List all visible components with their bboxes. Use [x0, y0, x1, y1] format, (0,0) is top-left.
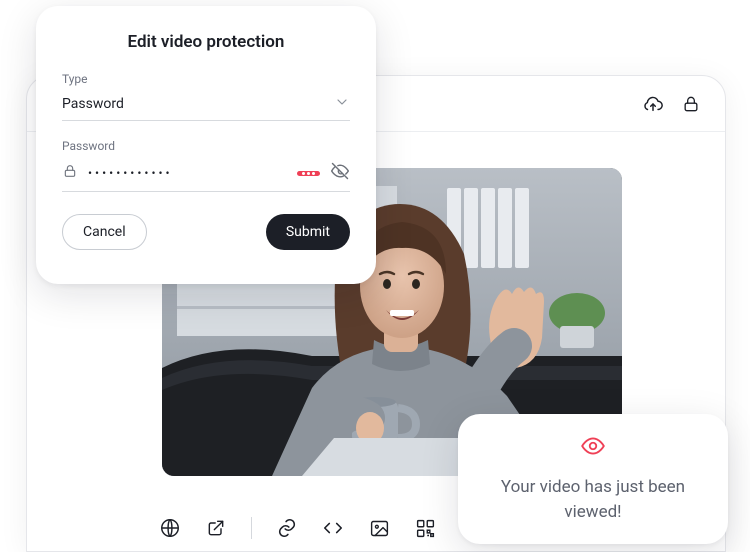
viewed-toast: Your video has just been viewed!	[458, 414, 728, 544]
external-link-icon[interactable]	[205, 517, 227, 539]
cloud-upload-icon[interactable]	[641, 92, 665, 116]
globe-icon[interactable]	[159, 517, 181, 539]
password-label: Password	[62, 139, 350, 153]
submit-button[interactable]: Submit	[266, 214, 350, 250]
eye-off-icon[interactable]	[330, 161, 350, 185]
qr-code-icon[interactable]	[414, 517, 436, 539]
code-icon[interactable]	[322, 517, 344, 539]
lock-small-icon	[62, 163, 78, 183]
chevron-down-icon	[334, 94, 350, 114]
password-field[interactable]: ••••••••••••	[62, 161, 350, 192]
share-toolbar	[159, 517, 436, 539]
modal-buttons: Cancel Submit	[62, 214, 350, 250]
toolbar-separator	[251, 517, 252, 539]
cancel-button[interactable]: Cancel	[62, 214, 147, 250]
type-select[interactable]: Password	[62, 94, 350, 121]
type-label: Type	[62, 72, 350, 86]
password-strength-badge	[297, 171, 320, 176]
lock-icon[interactable]	[679, 92, 703, 116]
eye-icon	[580, 433, 606, 463]
edit-video-protection-modal: Edit video protection Type Password Pass…	[36, 6, 376, 284]
modal-title: Edit video protection	[62, 32, 350, 52]
link-icon[interactable]	[276, 517, 298, 539]
type-value: Password	[62, 96, 124, 112]
image-icon[interactable]	[368, 517, 390, 539]
toast-message: Your video has just been viewed!	[480, 475, 706, 524]
password-value: ••••••••••••	[88, 166, 287, 180]
